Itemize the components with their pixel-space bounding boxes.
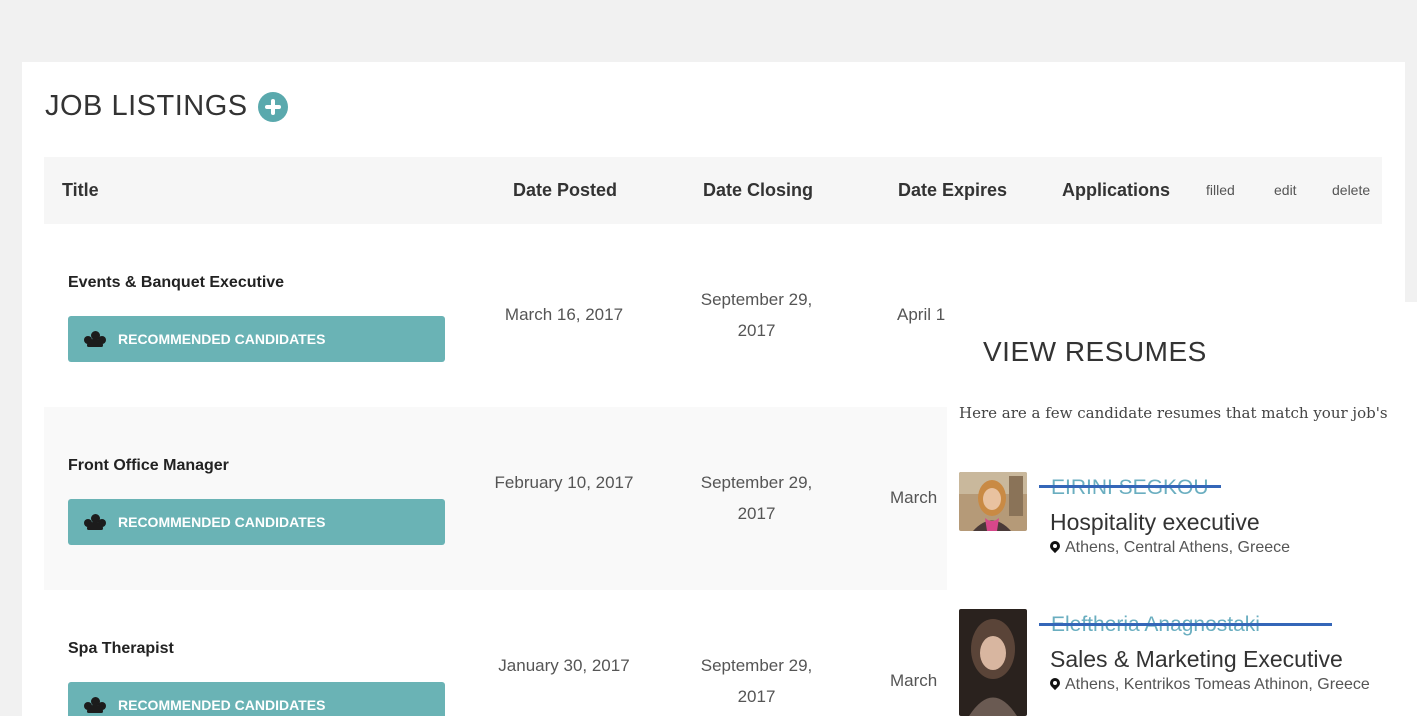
location-text: Athens, Kentrikos Tomeas Athinon, Greece	[1065, 676, 1370, 693]
job-title[interactable]: Spa Therapist	[68, 640, 174, 658]
job-title[interactable]: Events & Banquet Executive	[68, 274, 284, 292]
col-date-closing[interactable]: Date Closing	[703, 157, 813, 224]
resumes-title: VIEW RESUMES	[983, 336, 1207, 367]
users-icon	[84, 331, 106, 347]
date-posted: March 16, 2017	[504, 305, 624, 324]
button-label: RECOMMENDED CANDIDATES	[118, 697, 326, 713]
date-closing: September 29, 2017	[700, 473, 813, 523]
date-expires: March	[890, 488, 938, 507]
date-closing: September 29, 2017	[700, 656, 813, 706]
date-posted: February 10, 2017	[494, 473, 634, 492]
strike-line	[1039, 623, 1332, 626]
location-text: Athens, Central Athens, Greece	[1065, 539, 1291, 556]
strike-line	[1039, 485, 1221, 488]
col-filled: filled	[1206, 182, 1235, 198]
resumes-subtitle: Here are a few candidate resumes that ma…	[959, 404, 1388, 422]
recommended-candidates-button[interactable]: RECOMMENDED CANDIDATES	[68, 499, 445, 545]
table-row: Spa Therapist RECOMMENDED CANDIDATES Jan…	[44, 590, 947, 716]
map-pin-icon	[1050, 678, 1060, 692]
button-label: RECOMMENDED CANDIDATES	[118, 331, 326, 347]
col-delete: delete	[1332, 182, 1371, 198]
col-applications[interactable]: Applications	[1062, 157, 1170, 224]
table-header: Title Date Posted Date Closing Date Expi…	[44, 157, 1382, 224]
page-header: JOB LISTINGS	[45, 90, 288, 123]
recommended-candidates-button[interactable]: RECOMMENDED CANDIDATES	[68, 682, 445, 716]
users-icon	[84, 697, 106, 713]
candidate-location: Athens, Central Athens, Greece	[1050, 539, 1290, 557]
date-expires: March	[890, 671, 938, 690]
users-icon	[84, 514, 106, 530]
candidate-location: Athens, Kentrikos Tomeas Athinon, Greece	[1050, 676, 1370, 694]
button-label: RECOMMENDED CANDIDATES	[118, 514, 326, 530]
col-edit: edit	[1274, 182, 1297, 198]
date-posted: January 30, 2017	[498, 656, 630, 675]
col-date-posted[interactable]: Date Posted	[513, 157, 617, 224]
map-pin-icon	[1050, 541, 1060, 555]
job-title[interactable]: Front Office Manager	[68, 457, 229, 475]
candidate-card: Eleftheria Anagnostaki Sales & Marketing…	[959, 609, 1417, 716]
col-date-expires[interactable]: Date Expires	[898, 157, 1007, 224]
add-job-icon[interactable]	[257, 91, 288, 122]
col-title[interactable]: Title	[62, 157, 99, 224]
view-resumes-panel: VIEW RESUMES Here are a few candidate re…	[947, 302, 1417, 716]
candidate-card: EIRINI SEGKOU Hospitality executive Athe…	[959, 472, 1417, 562]
page-title: JOB LISTINGS	[45, 90, 248, 122]
candidate-avatar	[959, 609, 1027, 716]
candidate-avatar	[959, 472, 1027, 531]
date-expires: April 1	[897, 305, 946, 324]
recommended-candidates-button[interactable]: RECOMMENDED CANDIDATES	[68, 316, 445, 362]
candidate-role: Sales & Marketing Executive	[1050, 646, 1343, 672]
table-row: Front Office Manager RECOMMENDED CANDIDA…	[44, 407, 947, 590]
table-row: Events & Banquet Executive RECOMMENDED C…	[44, 224, 947, 407]
candidate-role: Hospitality executive	[1050, 509, 1260, 535]
date-closing: September 29, 2017	[700, 290, 813, 340]
top-band	[0, 0, 1417, 62]
candidate-name[interactable]: EIRINI SEGKOU	[1051, 476, 1209, 500]
